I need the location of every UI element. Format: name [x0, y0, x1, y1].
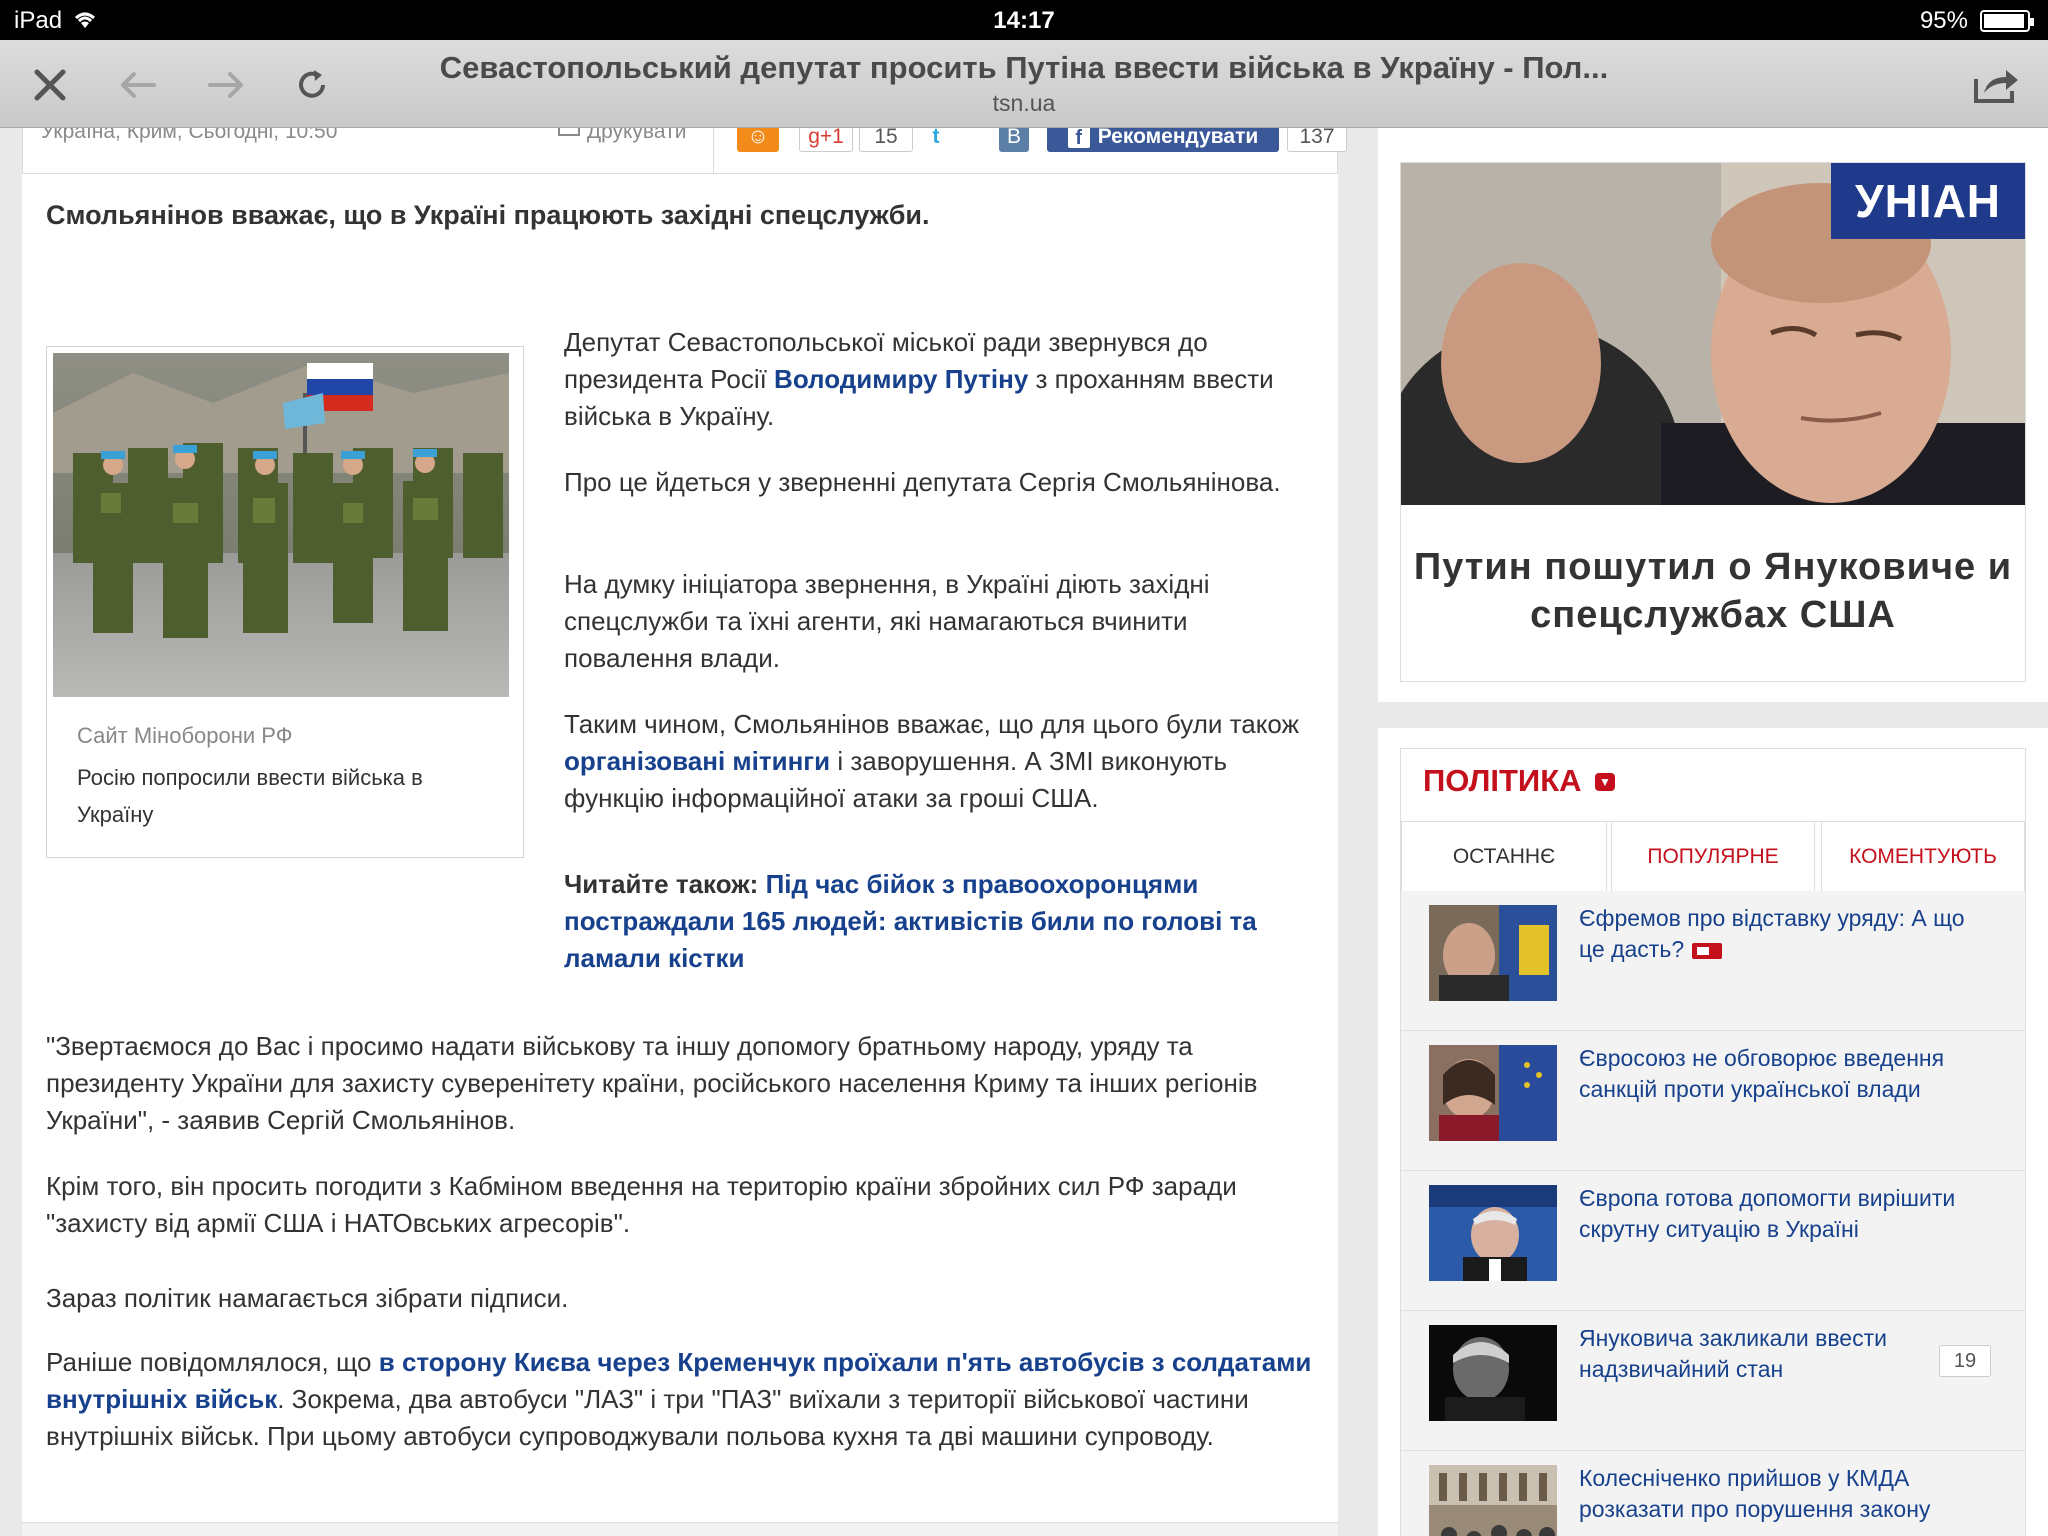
news-tabs: ОСТАННЄ ПОПУЛЯРНЕ КОМЕНТУЮТЬ	[1401, 821, 2025, 892]
article-paragraph-2: Про це йдеться у зверненні депутата Серг…	[564, 467, 1281, 497]
politics-news-box: ПОЛІТИКА ▼ ОСТАННЄ ПОПУЛЯРНЕ КОМЕНТУЮТЬ …	[1400, 748, 2026, 1536]
news-thumbnail	[1429, 1325, 1557, 1421]
gplus-button[interactable]: g+1	[799, 128, 853, 152]
link-organized-rallies[interactable]: організовані мітинги	[564, 746, 830, 776]
news-thumbnail	[1429, 905, 1557, 1001]
sidebar: УНІАН Путин пошутил о Януковиче и спецсл…	[1378, 128, 2048, 1536]
facebook-recommend-button[interactable]: f Рекомендувати	[1047, 128, 1279, 152]
link-putin[interactable]: Володимиру Путіну	[774, 364, 1028, 394]
news-thumbnail	[1429, 1185, 1557, 1281]
tab-popular[interactable]: ПОПУЛЯРНЕ	[1611, 822, 1815, 892]
article-photo-box: Сайт Міноборони РФ Росію попросили ввест…	[46, 346, 524, 858]
article-paragraph-6: Крім того, він просить погодити з Кабмін…	[46, 1171, 1237, 1238]
vk-icon: В	[1006, 128, 1021, 148]
politics-heading[interactable]: ПОЛІТИКА	[1423, 763, 1582, 799]
news-item[interactable]: Єфремов про відставку уряду: А що це дас…	[1401, 891, 2025, 1031]
article-paragraph-5: "Звертаємося до Вас і просимо надати вій…	[46, 1031, 1258, 1135]
article-date: Україна, Крим, Сьогодні, 10:50	[41, 128, 338, 143]
browser-toolbar: Севастопольський депутат просить Путіна …	[0, 40, 2048, 128]
page-content: Україна, Крим, Сьогодні, 10:50 Друкувати…	[0, 128, 2048, 1536]
recommend-count: 137	[1287, 128, 1347, 152]
unian-logo: УНІАН	[1831, 163, 2025, 239]
comment-count-badge[interactable]: 19	[1939, 1345, 1991, 1377]
print-icon	[558, 128, 580, 136]
soldiers-photo	[53, 353, 509, 697]
article-meta-row: Україна, Крим, Сьогодні, 10:50 Друкувати…	[22, 128, 1347, 174]
news-item[interactable]: Євросоюз не обговорює введення санкцій п…	[1401, 1031, 2025, 1171]
print-label: Друкувати	[586, 128, 687, 143]
page-title: Севастопольський депутат просить Путіна …	[439, 50, 1609, 85]
news-item[interactable]: Європа готова допомогти вирішити скрутну…	[1401, 1171, 2025, 1311]
twitter-icon: t	[932, 128, 940, 148]
paragraph-8-text-a: Раніше повідомлялося, що	[46, 1347, 379, 1377]
article-paragraph-3: На думку ініціатора звернення, в Україні…	[564, 569, 1210, 673]
odnoklassniki-button[interactable]: ☺	[737, 128, 779, 152]
promo-title[interactable]: Путин пошутил о Януковиче и спецслужбах …	[1401, 543, 2025, 639]
news-item[interactable]: Януковича закликали ввести надзвичайний …	[1401, 1311, 2025, 1451]
url-label[interactable]: tsn.ua	[0, 90, 2048, 117]
news-item[interactable]: Колесніченко прийшов у КМДА розказати пр…	[1401, 1451, 2025, 1536]
status-bar: iPad 14:17 95%	[0, 0, 2048, 40]
photo-source: Сайт Міноборони РФ	[77, 723, 293, 748]
news-title: Євросоюз не обговорює введення санкцій п…	[1579, 1045, 1945, 1102]
promo-block: УНІАН Путин пошутил о Януковиче и спецсл…	[1378, 128, 2048, 702]
clock: 14:17	[993, 7, 1055, 34]
politics-news-block: ПОЛІТИКА ▼ ОСТАННЄ ПОПУЛЯРНЕ КОМЕНТУЮТЬ …	[1378, 728, 2048, 1536]
article-paragraph-1: Депутат Севастопольської міської ради зв…	[564, 324, 1314, 435]
gplus-count: 15	[859, 128, 913, 152]
dropdown-icon[interactable]: ▼	[1595, 773, 1615, 791]
read-also-label: Читайте також:	[564, 869, 766, 899]
facebook-icon: f	[1067, 128, 1090, 149]
article-photo[interactable]	[53, 353, 509, 697]
tab-commented[interactable]: КОМЕНТУЮТЬ	[1821, 822, 2025, 892]
news-list: Єфремов про відставку уряду: А що це дас…	[1401, 891, 2025, 1536]
meta-divider	[713, 128, 714, 174]
video-icon	[1692, 942, 1723, 959]
read-also: Читайте також: Під час бійок з правоохор…	[564, 866, 1314, 977]
promo-card[interactable]: УНІАН Путин пошутил о Януковиче и спецсл…	[1400, 162, 2026, 682]
share-icon[interactable]	[1966, 60, 2026, 110]
news-title-text: Єфремов про відставку уряду: А що це дас…	[1579, 905, 1965, 962]
article-paragraph-8: Раніше повідомлялося, що в сторону Києва…	[46, 1344, 1326, 1455]
paragraph-4-text-a: Таким чином, Смольянінов вважає, що для …	[564, 709, 1299, 739]
news-title: Януковича закликали ввести надзвичайний …	[1579, 1325, 1887, 1382]
news-thumbnail	[1429, 1045, 1557, 1141]
vk-button[interactable]: В	[999, 128, 1029, 152]
promo-image: УНІАН	[1401, 163, 2025, 505]
tab-latest[interactable]: ОСТАННЄ	[1401, 822, 1607, 892]
news-thumbnail	[1429, 1465, 1557, 1536]
odnoklassniki-icon: ☺	[747, 128, 769, 148]
battery-percentage: 95%	[1919, 7, 1968, 34]
article-paragraph-7: Зараз політик намагається зібрати підпис…	[46, 1283, 569, 1313]
recommend-count-value: 137	[1299, 128, 1335, 148]
recommend-label: Рекомендувати	[1097, 128, 1259, 148]
battery-icon	[1980, 10, 2034, 32]
article-bottom-border	[22, 1522, 1338, 1536]
gplus-label: g+1	[808, 128, 844, 148]
article-lead: Смольянінов вважає, що в Україні працюют…	[46, 200, 930, 230]
print-link[interactable]: Друкувати	[557, 128, 686, 144]
battery-fill	[1984, 14, 2024, 28]
news-title: Колесніченко прийшов у КМДА розказати пр…	[1579, 1465, 1931, 1522]
news-title: Європа готова допомогти вирішити скрутну…	[1579, 1185, 1956, 1242]
article-paragraph-4: Таким чином, Смольянінов вважає, що для …	[564, 706, 1304, 817]
news-title: Єфремов про відставку уряду: А що це дас…	[1579, 903, 1989, 965]
article: Україна, Крим, Сьогодні, 10:50 Друкувати…	[22, 128, 1347, 1536]
gplus-count-value: 15	[874, 128, 898, 148]
twitter-button[interactable]: t	[921, 128, 951, 152]
photo-caption: Росію попросили ввести війська в Україну	[77, 765, 423, 827]
